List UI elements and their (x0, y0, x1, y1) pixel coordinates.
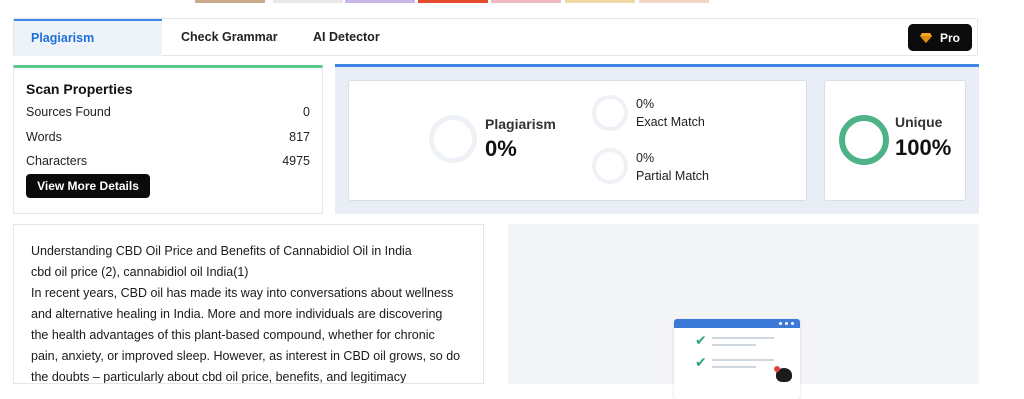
scan-row-value: 0 (303, 105, 310, 119)
article-line: the doubts – particularly about cbd oil … (31, 370, 407, 384)
scan-row-label: Words (26, 130, 62, 144)
scan-row-characters: Characters 4975 (26, 154, 310, 172)
thumbnail (491, 0, 561, 3)
checklist-line (712, 344, 756, 346)
checklist-illustration: ✔ ✔ (674, 319, 800, 399)
partial-match-value: 0% (636, 151, 655, 165)
unique-results-card: Unique 100% (824, 80, 966, 201)
checklist-line (712, 366, 756, 368)
unique-label: Unique (895, 114, 943, 130)
view-more-details-button[interactable]: View More Details (26, 174, 150, 198)
checkmark-icon: ✔ (695, 332, 707, 348)
plagiarism-value: 0% (485, 136, 517, 161)
scan-row-value: 4975 (282, 154, 310, 168)
dot-icon (785, 322, 788, 325)
partial-match-ring (592, 148, 628, 184)
tool-tab-bar: Plagiarism Checker Check Grammar AI Dete… (13, 18, 978, 80)
tab-check-grammar[interactable]: Check Grammar (164, 19, 295, 56)
plagiarism-label: Plagiarism (485, 116, 556, 132)
exact-match-ring (592, 95, 628, 131)
tab-plagiarism-checker[interactable]: Plagiarism Checker (14, 19, 162, 80)
plagiarism-ring (429, 115, 477, 163)
checkmark-icon: ✔ (695, 354, 707, 370)
ad-thumbnail-strip (195, 0, 715, 3)
unique-value: 100% (895, 135, 952, 160)
exact-match-value: 0% (636, 97, 655, 111)
thumbnail (565, 0, 635, 3)
article-line: In recent years, CBD oil has made its wa… (31, 286, 454, 300)
partial-match-label: Partial Match (636, 169, 709, 183)
pro-button-label: Pro (939, 30, 960, 45)
thumbnail (345, 0, 415, 3)
illustration-panel: ✔ ✔ (508, 224, 979, 399)
gem-icon (919, 32, 932, 43)
tab-ai-detector[interactable]: AI Detector (296, 19, 397, 56)
thumbnail (418, 0, 488, 3)
results-panel: Plagiarism 0% 0% Exact Match 0% Partial … (335, 64, 979, 214)
checklist-header (674, 319, 800, 328)
scan-properties-panel: Scan Properties Sources Found 0 Words 81… (13, 65, 323, 214)
article-line: and alternative healing in India. More a… (31, 307, 443, 321)
exact-match-label: Exact Match (636, 115, 705, 129)
thumbnail (639, 0, 709, 3)
checklist-line (712, 337, 774, 339)
plagiarism-results-card: Plagiarism 0% 0% Exact Match 0% Partial … (348, 80, 807, 201)
thumbnail (273, 0, 343, 3)
dot-icon (779, 322, 782, 325)
scan-row-label: Characters (26, 154, 88, 168)
scan-row-label: Sources Found (26, 105, 111, 119)
unique-ring (839, 115, 889, 165)
person-accent-illustration (774, 366, 780, 372)
article-line: pain, anxiety, or improved sleep. Howeve… (31, 349, 461, 363)
scan-row-value: 817 (289, 130, 310, 144)
scan-properties-title: Scan Properties (26, 81, 133, 97)
article-text-box[interactable]: Understanding CBD Oil Price and Benefits… (13, 224, 484, 384)
pro-button[interactable]: Pro (908, 24, 972, 51)
dot-icon (791, 322, 794, 325)
article-line: cbd oil price (2), cannabidiol oil India… (31, 265, 249, 279)
article-line: the health advantages of this plant-base… (31, 328, 435, 342)
scan-row-words: Words 817 (26, 130, 310, 148)
checklist-line (712, 359, 774, 361)
thumbnail (195, 0, 265, 3)
scan-row-sources: Sources Found 0 (26, 105, 310, 123)
article-line: Understanding CBD Oil Price and Benefits… (31, 244, 412, 258)
